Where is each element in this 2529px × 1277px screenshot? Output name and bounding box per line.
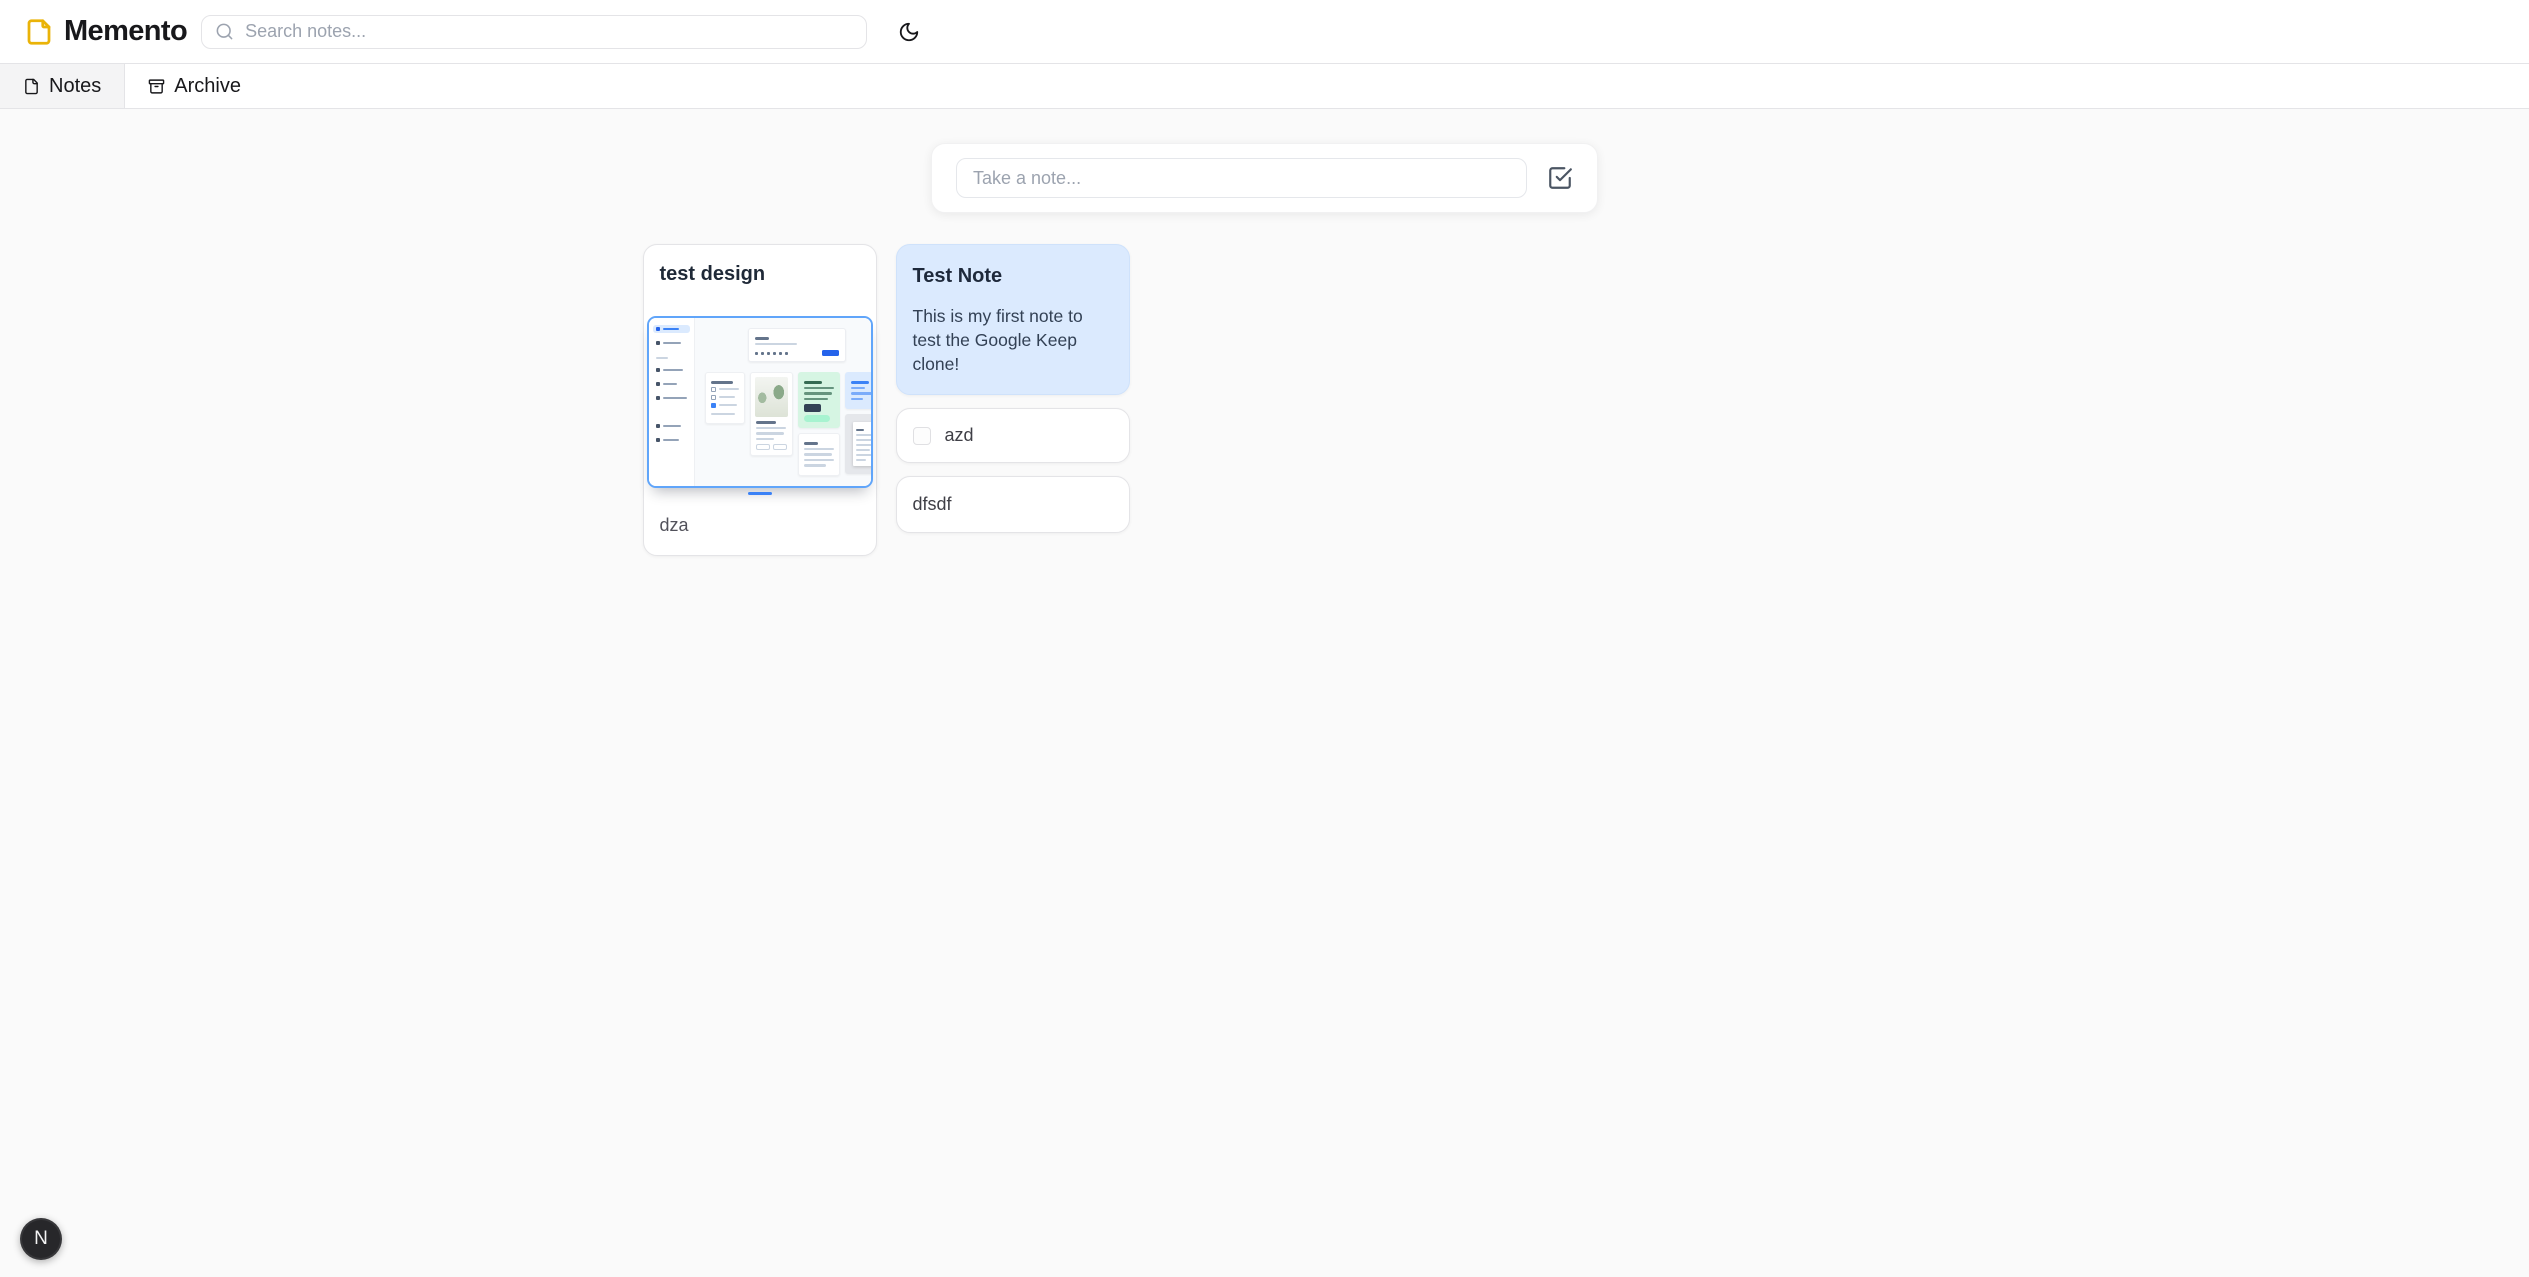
note-card-azd[interactable]: azd xyxy=(896,408,1130,463)
note-body: dfsdf xyxy=(913,494,1113,515)
notes-column-2: Test Note This is my first note to test … xyxy=(896,244,1130,533)
main-content: test design xyxy=(0,143,2529,556)
note-card-test-design[interactable]: test design xyxy=(643,244,877,556)
app-logo: Memento xyxy=(24,15,187,48)
tab-archive-label: Archive xyxy=(174,75,241,98)
thumbnail-mini-sidebar xyxy=(649,318,695,486)
tab-notes-label: Notes xyxy=(49,75,101,98)
thumbnail-mini-cards xyxy=(705,372,873,476)
app-header: Memento xyxy=(0,0,2529,64)
theme-toggle-button[interactable] xyxy=(889,12,929,52)
archive-icon xyxy=(148,78,165,95)
notes-column-1: test design xyxy=(643,244,877,556)
tab-bar: Notes Archive xyxy=(0,64,2529,109)
search-box xyxy=(201,15,867,49)
file-icon xyxy=(23,78,40,95)
checkbox-unchecked[interactable] xyxy=(913,427,931,445)
note-body: dza xyxy=(660,515,860,536)
thumbnail-photo xyxy=(755,377,788,417)
thumbnail-mini-app-window xyxy=(647,316,873,488)
note-body: This is my first note to test the Google… xyxy=(913,304,1113,376)
check-square-icon xyxy=(1547,165,1573,191)
thumbnail-blue-dash xyxy=(748,492,772,496)
app-title: Memento xyxy=(64,15,187,48)
note-thumbnail-image xyxy=(647,316,873,488)
note-file-icon xyxy=(24,17,54,47)
user-avatar-button[interactable]: N xyxy=(20,1218,62,1260)
note-card-dfsdf[interactable]: dfsdf xyxy=(896,476,1130,533)
note-composer xyxy=(931,143,1598,213)
note-title: Test Note xyxy=(913,263,1113,289)
notes-grid: test design xyxy=(643,244,1887,556)
thumbnail-mini-main xyxy=(695,318,873,486)
moon-icon xyxy=(898,21,920,43)
take-a-note-input[interactable] xyxy=(956,158,1527,198)
search-input[interactable] xyxy=(245,21,853,42)
tab-notes[interactable]: Notes xyxy=(0,64,125,108)
search-icon xyxy=(215,22,234,41)
checklist-item-label: azd xyxy=(945,425,974,446)
avatar-initial: N xyxy=(34,1228,48,1250)
thumbnail-mini-composer xyxy=(748,328,846,362)
note-card-test-note[interactable]: Test Note This is my first note to test … xyxy=(896,244,1130,395)
tab-archive[interactable]: Archive xyxy=(125,64,264,108)
checklist-item: azd xyxy=(897,409,1129,462)
note-title: test design xyxy=(660,261,860,287)
new-checklist-button[interactable] xyxy=(1547,165,1573,191)
